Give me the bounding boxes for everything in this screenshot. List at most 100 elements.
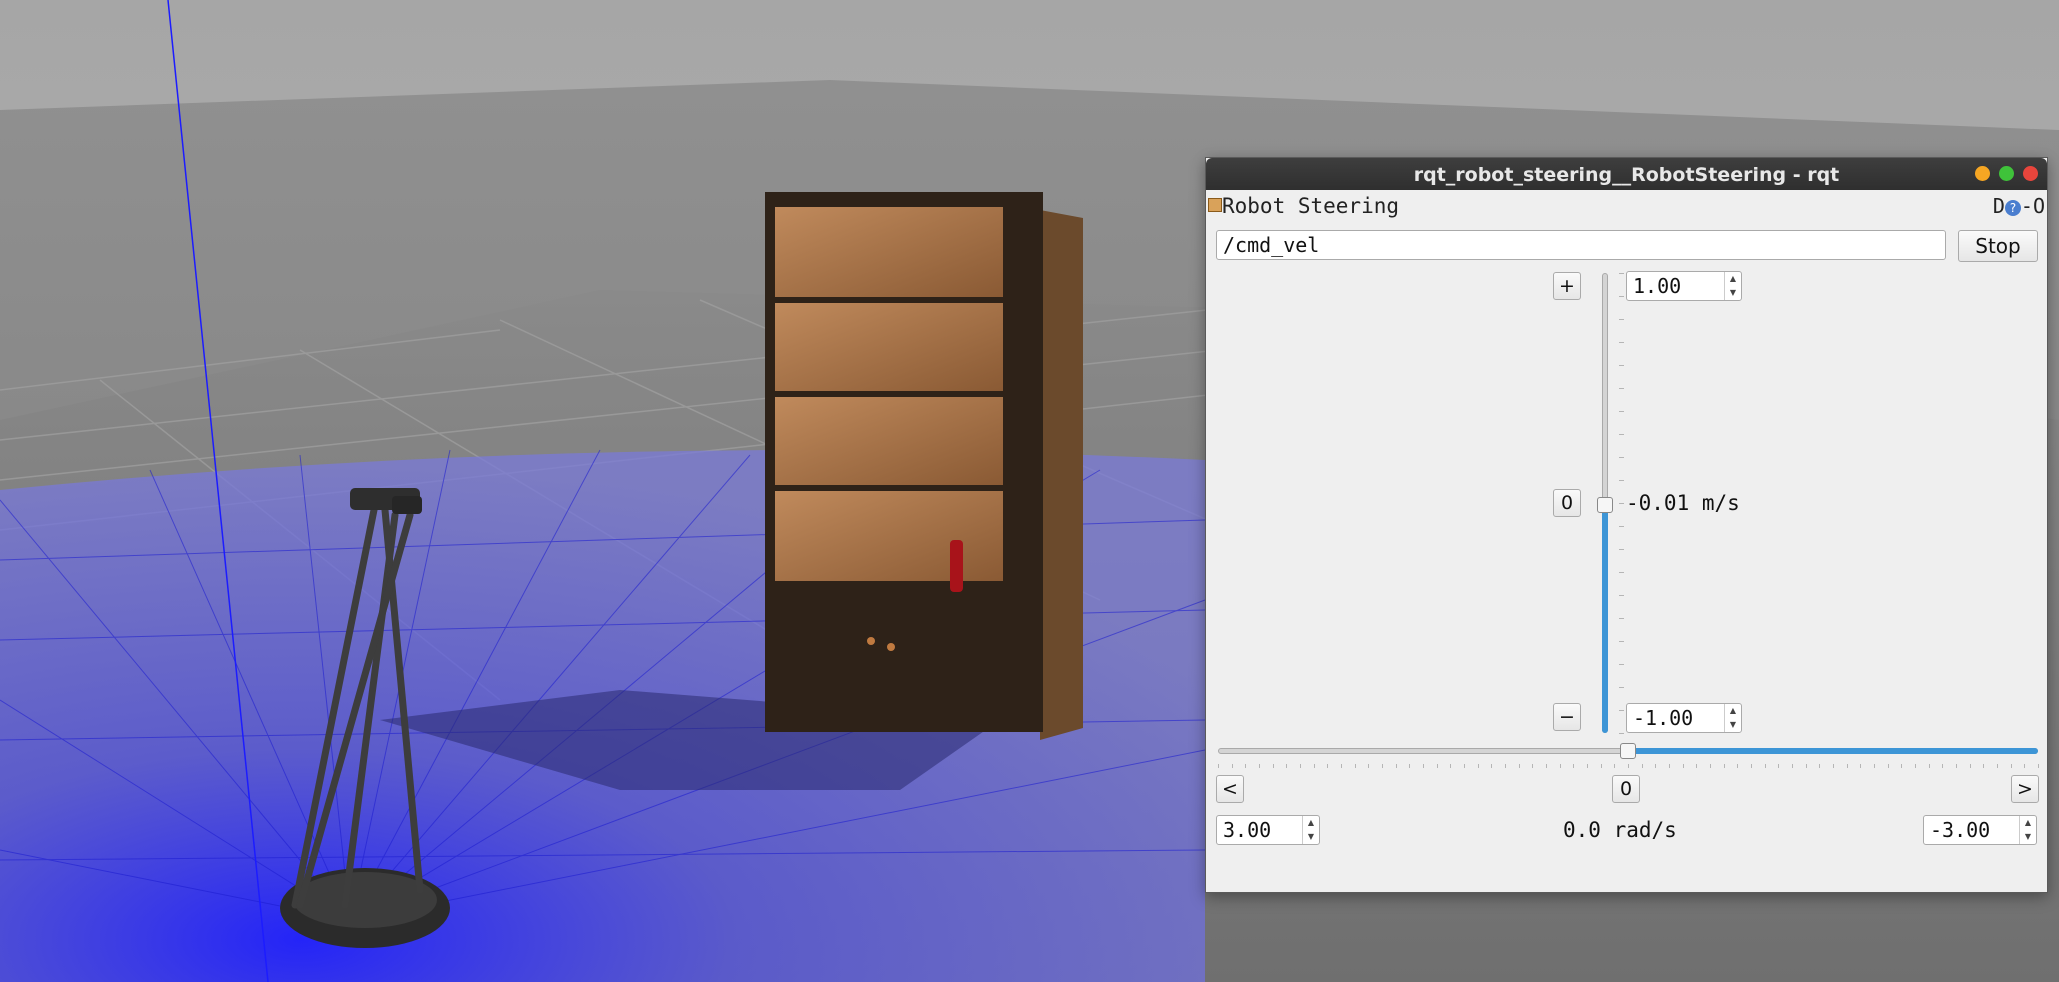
slider-tick xyxy=(1942,764,1944,768)
window-title: rqt_robot_steering__RobotSteering - rqt xyxy=(1413,164,1840,186)
slider-tick xyxy=(1969,764,1971,768)
slider-tick xyxy=(1956,764,1957,768)
angular-min-spinbox[interactable]: ▲▼ xyxy=(1923,815,2037,845)
linear-min-input[interactable] xyxy=(1627,704,1723,732)
slider-tick xyxy=(1737,764,1739,768)
angular-min-input[interactable] xyxy=(1924,816,2018,844)
decrease-linear-button[interactable]: − xyxy=(1553,703,1581,731)
spin-arrows[interactable]: ▲ ▼ xyxy=(2019,816,2036,844)
slider-tick xyxy=(1436,764,1438,768)
spin-up-icon[interactable]: ▲ xyxy=(2020,816,2036,830)
slider-tick xyxy=(1619,273,1624,274)
slider-tick xyxy=(1619,618,1624,619)
turn-left-button[interactable]: < xyxy=(1216,775,1244,803)
slider-tick xyxy=(1619,710,1624,711)
spin-arrows[interactable]: ▲ ▼ xyxy=(1302,816,1319,844)
stop-button[interactable]: Stop xyxy=(1958,230,2038,262)
slider-tick xyxy=(1505,764,1506,768)
reset-angular-button[interactable]: 0 xyxy=(1612,775,1640,803)
slider-tick xyxy=(1619,572,1624,573)
slider-tick xyxy=(1559,764,1561,768)
slider-tick xyxy=(1619,503,1624,504)
slider-tick xyxy=(1751,764,1752,768)
spin-arrows[interactable]: ▲ ▼ xyxy=(1724,272,1741,300)
slider-tick xyxy=(1764,764,1766,768)
slider-tick xyxy=(1300,764,1301,768)
linear-max-input[interactable] xyxy=(1627,272,1723,300)
slider-tick xyxy=(1833,764,1834,768)
slider-tick xyxy=(1805,764,1807,768)
slider-tick xyxy=(1619,411,1624,412)
slider-tick xyxy=(1619,687,1624,688)
slider-tick xyxy=(1928,764,1930,768)
spin-down-icon[interactable]: ▼ xyxy=(1725,718,1741,732)
spin-up-icon[interactable]: ▲ xyxy=(1303,816,1319,830)
angular-max-input[interactable] xyxy=(1217,816,1301,844)
window-titlebar[interactable]: rqt_robot_steering__RobotSteering - rqt xyxy=(1206,158,2047,190)
slider-tick xyxy=(1619,526,1624,527)
slider-tick xyxy=(1619,733,1624,734)
slider-tick xyxy=(1619,388,1624,389)
slider-tick xyxy=(1341,764,1342,768)
angular-max-spinbox[interactable]: ▲▼ xyxy=(1216,815,1320,845)
close-button[interactable] xyxy=(2023,166,2038,181)
minimize-button[interactable] xyxy=(1975,166,1990,181)
slider-tick xyxy=(1382,764,1383,768)
slider-tick xyxy=(1619,480,1624,481)
plugin-icon xyxy=(1208,198,1222,212)
slider-tick xyxy=(1619,296,1624,297)
maximize-button[interactable] xyxy=(1999,166,2014,181)
slider-tick xyxy=(1619,365,1624,366)
angular-velocity-slider[interactable] xyxy=(1218,743,2039,774)
slider-tick xyxy=(1354,764,1356,768)
slider-tick xyxy=(1915,764,1916,768)
topic-input[interactable] xyxy=(1216,230,1946,260)
slider-tick xyxy=(1231,764,1233,768)
close-plugin-icon[interactable]: -O xyxy=(2021,194,2045,218)
bookshelf xyxy=(765,192,1083,740)
slider-fill xyxy=(1628,748,2038,754)
slider-handle[interactable] xyxy=(1597,497,1613,514)
increase-linear-button[interactable]: + xyxy=(1553,272,1581,300)
spin-arrows[interactable]: ▲ ▼ xyxy=(1724,704,1741,732)
spin-up-icon[interactable]: ▲ xyxy=(1725,704,1741,718)
slider-tick xyxy=(1491,764,1493,768)
slider-tick xyxy=(1368,764,1370,768)
slider-tick xyxy=(1669,764,1670,768)
slider-handle[interactable] xyxy=(1620,743,1636,759)
slider-tick xyxy=(1778,764,1780,768)
slider-tick xyxy=(1628,764,1629,768)
slider-tick xyxy=(1600,764,1602,768)
slider-tick xyxy=(1655,764,1657,768)
slider-tick xyxy=(1619,457,1624,458)
turn-right-button[interactable]: > xyxy=(2011,775,2039,803)
slider-tick xyxy=(1997,764,1998,768)
reset-linear-button[interactable]: 0 xyxy=(1553,489,1581,517)
spin-up-icon[interactable]: ▲ xyxy=(1725,272,1741,286)
plugin-title: Robot Steering xyxy=(1222,194,1400,218)
spin-down-icon[interactable]: ▼ xyxy=(1725,286,1741,300)
slider-tick xyxy=(1532,764,1534,768)
spin-down-icon[interactable]: ▼ xyxy=(1303,830,1319,844)
slider-tick xyxy=(1327,764,1329,768)
slider-tick xyxy=(1286,764,1288,768)
slider-tick xyxy=(1887,764,1889,768)
linear-max-spinbox[interactable]: ▲▼ xyxy=(1626,271,1742,301)
linear-velocity-slider[interactable] xyxy=(1597,273,1629,734)
spin-down-icon[interactable]: ▼ xyxy=(2020,830,2036,844)
slider-tick xyxy=(1587,764,1588,768)
robot-steering-window: rqt_robot_steering__RobotSteering - rqt … xyxy=(1205,157,2048,893)
linear-min-spinbox[interactable]: ▲▼ xyxy=(1626,703,1742,733)
slider-tick xyxy=(1313,764,1315,768)
dock-toggle[interactable]: D xyxy=(1993,194,2005,218)
slider-tick xyxy=(1792,764,1793,768)
slider-tick xyxy=(1464,764,1465,768)
plugin-controls: D? -O xyxy=(1993,194,2045,218)
slider-tick xyxy=(2038,764,2039,768)
slider-tick xyxy=(1619,641,1624,642)
slider-tick xyxy=(1710,764,1711,768)
slider-tick xyxy=(1901,764,1903,768)
help-icon[interactable]: ? xyxy=(2004,200,2021,216)
slider-tick xyxy=(1619,595,1624,596)
slider-tick xyxy=(1819,764,1821,768)
